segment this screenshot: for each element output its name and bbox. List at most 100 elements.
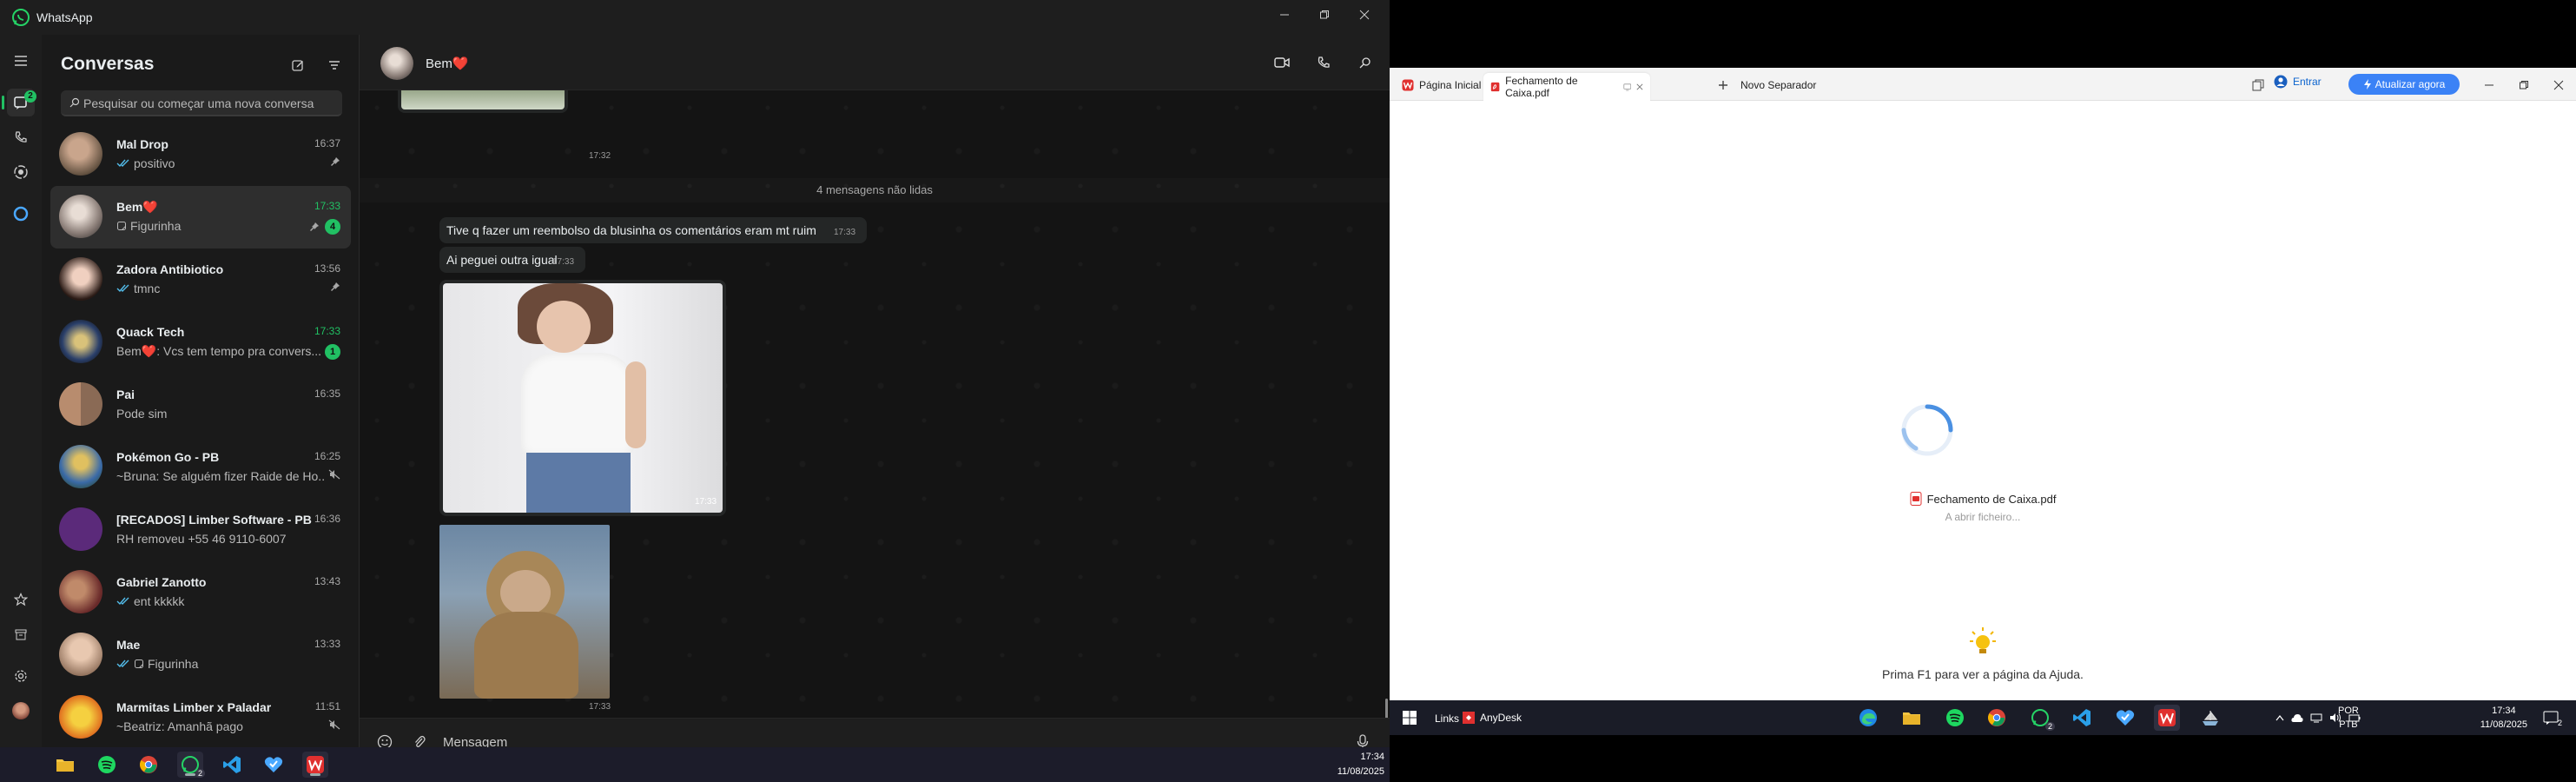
search-messages-button[interactable] <box>1353 50 1377 75</box>
taskbar-clock[interactable]: 17:34 11/08/2025 <box>2480 704 2527 732</box>
signin-button[interactable]: Entrar <box>2274 75 2322 89</box>
start-button[interactable] <box>1397 705 1423 731</box>
chat-item-zadora[interactable]: Zadora Antibiotico 13:56 tmnc <box>50 249 351 311</box>
message-bubble[interactable]: Tive q fazer um reembolso da blusinha os… <box>439 217 867 243</box>
anydesk-toolbar-item[interactable]: AnyDesk <box>1463 705 1522 731</box>
user-avatar-icon <box>2274 75 2288 89</box>
wps-taskbar-button[interactable] <box>302 752 328 778</box>
starred-button[interactable] <box>7 586 35 613</box>
vscode-taskbar-button[interactable] <box>219 752 245 778</box>
taskbar: 2 17:34 11/08/2025 <box>0 747 1390 782</box>
search-box[interactable] <box>61 90 342 116</box>
search-input[interactable] <box>83 94 335 113</box>
archive-icon <box>15 629 27 640</box>
chat-item-pokemon-go[interactable]: Pokémon Go - PB 16:25 ~Bruna: Se alguém … <box>50 436 351 499</box>
vscode-taskbar-button[interactable] <box>2069 705 2095 731</box>
tab-pdf[interactable]: Fechamento de Caixa.pdf <box>1483 73 1650 101</box>
tab-home[interactable]: Página Inicial <box>1395 73 1488 97</box>
image-message[interactable]: 17:33 <box>439 280 726 516</box>
notifications-button[interactable]: 2 <box>2538 705 2564 731</box>
tab-new[interactable]: Novo Separador <box>1711 73 1823 97</box>
muted-icon <box>328 469 340 480</box>
voice-call-button[interactable] <box>1311 50 1336 75</box>
menu-button[interactable] <box>7 47 35 75</box>
whatsapp-taskbar-button[interactable]: 2 <box>177 752 205 778</box>
update-now-button[interactable]: Atualizar agora <box>2348 74 2460 95</box>
phone-icon <box>1318 56 1330 68</box>
taskbar-clock[interactable]: 17:34 11/08/2025 <box>1338 750 1384 779</box>
browser-minimize-button[interactable] <box>2472 73 2507 97</box>
calls-tab[interactable] <box>7 123 35 151</box>
conversation-scrollbar[interactable] <box>1385 699 1388 718</box>
chat-time: 17:33 <box>314 200 340 212</box>
chat-item-gabriel-zanotto[interactable]: Gabriel Zanotto 13:43 ent kkkkk <box>50 561 351 624</box>
whatsapp-taskbar-button[interactable]: 2 <box>2027 705 2055 731</box>
maximize-button[interactable] <box>1305 0 1344 30</box>
minimize-button[interactable] <box>1265 0 1305 30</box>
muted-icon <box>328 719 340 730</box>
sticker-message[interactable]: 17:33 <box>439 525 611 712</box>
settings-button[interactable] <box>7 662 35 690</box>
chat-item-bem[interactable]: Bem❤️ 17:33 Figurinha 4 <box>50 186 351 249</box>
video-call-button[interactable] <box>1270 50 1294 75</box>
chat-preview: tmnc <box>116 282 325 295</box>
chat-preview: RH removeu +55 46 9110-6007 <box>116 532 287 546</box>
edge-icon <box>1859 709 1877 726</box>
chat-preview: Figurinha <box>116 219 325 233</box>
notification-count: 2 <box>2557 719 2562 727</box>
avatar <box>59 382 102 426</box>
chrome-taskbar-button[interactable] <box>1984 705 2010 731</box>
previous-image-message[interactable] <box>398 90 568 113</box>
file-explorer-taskbar-button[interactable] <box>52 752 78 778</box>
pin-icon <box>331 157 340 166</box>
browser-close-button[interactable] <box>2541 73 2576 97</box>
chat-item-marmitas-limber[interactable]: Marmitas Limber x Paladar 11:51 ~Beatriz… <box>50 686 351 749</box>
spotify-icon <box>1946 709 1964 726</box>
chat-item-mae[interactable]: Mae 13:33 Figurinha <box>50 624 351 686</box>
shield-app-taskbar-button[interactable] <box>261 752 287 778</box>
chat-time: 13:33 <box>314 638 340 650</box>
meta-ai-button[interactable] <box>7 200 35 228</box>
search-icon <box>69 97 80 108</box>
links-toolbar[interactable]: Links <box>1435 712 1459 725</box>
status-tab[interactable] <box>7 158 35 186</box>
spotify-taskbar-button[interactable] <box>94 752 120 778</box>
sticker-icon <box>117 222 126 230</box>
message-text: Tive q fazer um reembolso da blusinha os… <box>446 223 816 237</box>
chevron-up-icon <box>2275 715 2284 721</box>
profile-button[interactable] <box>7 697 35 725</box>
chat-item-mal-drop[interactable]: Mal Drop 16:37 positivo <box>50 123 351 186</box>
chats-tab[interactable]: 2 <box>2 89 36 116</box>
contact-avatar[interactable] <box>380 47 413 80</box>
edge-taskbar-button[interactable] <box>1855 705 1881 731</box>
message-bubble[interactable]: Ai peguei outra igual 17:33 <box>439 247 585 273</box>
explorer-taskbar-button[interactable] <box>1899 705 1925 731</box>
meta-ai-icon <box>13 206 29 222</box>
conversation-header[interactable]: Bem❤️ <box>360 35 1390 90</box>
archived-button[interactable] <box>7 620 35 648</box>
chat-preview: Figurinha <box>116 657 325 671</box>
chrome-taskbar-button[interactable] <box>135 752 162 778</box>
contact-name[interactable]: Bem❤️ <box>426 56 469 71</box>
wps-taskbar-button[interactable] <box>2154 705 2180 731</box>
browser-restore-button[interactable] <box>2507 73 2541 97</box>
video-call-icon <box>1274 57 1290 68</box>
chat-name: Mae <box>116 638 141 652</box>
conversation-pane: Bem❤️ 17:32 4 mensagens não lidas Tive q… <box>360 35 1390 765</box>
chat-item-recados-limber[interactable]: [RECADOS] Limber Software - PB 16:36 RH … <box>50 499 351 561</box>
tab-manager-button[interactable] <box>2241 73 2275 97</box>
new-chat-button[interactable] <box>285 52 311 78</box>
remote-app-taskbar-button[interactable] <box>2197 705 2223 731</box>
gear-icon <box>15 670 27 682</box>
chat-item-pai[interactable]: Pai 16:35 Pode sim <box>50 374 351 436</box>
chat-item-quack-tech[interactable]: Quack Tech 17:33 Bem❤️: Vcs tem tempo pr… <box>50 311 351 374</box>
avatar <box>59 570 102 613</box>
chat-time: 13:43 <box>314 575 340 587</box>
close-tab-icon[interactable] <box>1636 83 1643 91</box>
filter-button[interactable] <box>321 52 347 78</box>
filter-icon <box>329 61 340 70</box>
spotify-taskbar-button[interactable] <box>1942 705 1968 731</box>
close-button[interactable] <box>1344 0 1384 30</box>
language-indicator[interactable]: POR PTB <box>2338 704 2359 732</box>
shield-app-taskbar-button[interactable] <box>2112 705 2138 731</box>
